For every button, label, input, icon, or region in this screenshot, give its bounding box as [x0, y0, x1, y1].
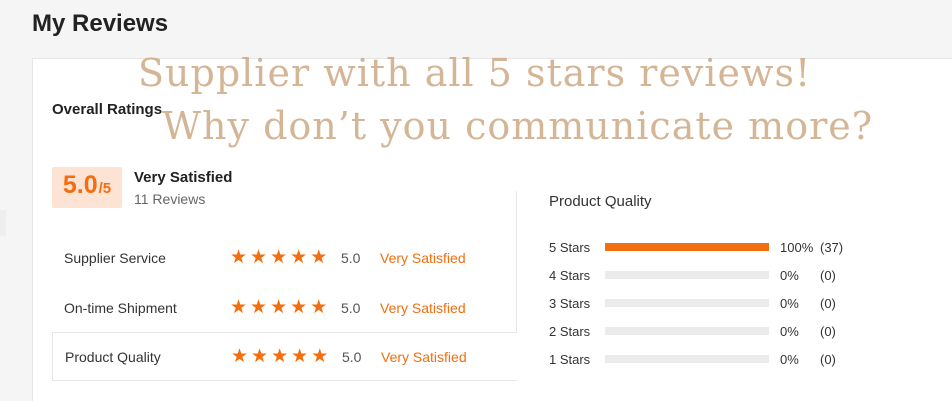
overall-satisfaction: Very Satisfied	[134, 169, 233, 186]
rating-score: 5.0	[342, 348, 362, 365]
star-rating: ★ ★ ★ ★ ★	[230, 248, 341, 267]
bar-track	[605, 327, 769, 335]
star-icon: ★	[290, 297, 308, 318]
bar-percent: 0%	[780, 351, 799, 367]
star-icon: ★	[270, 247, 288, 268]
rating-score: 5.0	[341, 249, 361, 266]
bar-label: 4 Stars	[549, 267, 591, 283]
bar-percent: 0%	[780, 267, 799, 283]
rating-label: On-time Shipment	[64, 299, 177, 316]
review-count: 11 Reviews	[134, 191, 206, 207]
star-icon: ★	[310, 297, 328, 318]
star-bar-row: 5 Stars 100% (37)	[549, 237, 849, 257]
bar-count: (0)	[820, 351, 836, 367]
bar-count: (0)	[820, 267, 836, 283]
bar-count: (0)	[820, 323, 836, 339]
rating-text: Very Satisfied	[380, 299, 466, 316]
rating-row-supplier-service[interactable]: Supplier Service ★ ★ ★ ★ ★ 5.0 Very Satisfie…	[52, 233, 516, 282]
bar-label: 1 Stars	[549, 351, 591, 367]
bar-track	[605, 299, 769, 307]
star-icon: ★	[271, 346, 289, 367]
watermark-line-1: Supplier with all 5 stars reviews!	[138, 51, 812, 95]
bar-track	[605, 271, 769, 279]
left-edge-stub	[0, 210, 6, 236]
star-icon: ★	[231, 346, 249, 367]
star-icon: ★	[311, 346, 329, 367]
overall-score-max: /5	[98, 180, 112, 197]
bar-track	[605, 243, 769, 251]
star-bar-row: 2 Stars 0% (0)	[549, 321, 849, 341]
star-icon: ★	[230, 297, 248, 318]
overall-score-badge: 5.0 /5	[52, 167, 122, 208]
rating-row-product-quality[interactable]: Product Quality ★ ★ ★ ★ ★ 5.0 Very Satisfied	[52, 332, 517, 381]
bar-fill	[605, 243, 769, 251]
star-icon: ★	[290, 247, 308, 268]
star-icon: ★	[251, 346, 269, 367]
overall-ratings-heading: Overall Ratings	[52, 101, 163, 118]
star-icon: ★	[291, 346, 309, 367]
bar-track	[605, 355, 769, 363]
bar-label: 3 Stars	[549, 295, 591, 311]
star-icon: ★	[250, 247, 268, 268]
bar-percent: 0%	[780, 295, 799, 311]
bar-percent: 100%	[780, 239, 814, 255]
star-icon: ★	[270, 297, 288, 318]
bar-label: 2 Stars	[549, 323, 591, 339]
rating-score: 5.0	[341, 299, 361, 316]
section-divider	[516, 191, 517, 333]
star-bar-row: 4 Stars 0% (0)	[549, 265, 849, 285]
star-rating: ★ ★ ★ ★ ★	[231, 347, 342, 366]
star-rating: ★ ★ ★ ★ ★	[230, 298, 341, 317]
product-quality-heading: Product Quality	[549, 193, 652, 210]
watermark-line-2: Why don’t you communicate more?	[162, 104, 874, 148]
star-bar-row: 3 Stars 0% (0)	[549, 293, 849, 313]
rating-text: Very Satisfied	[381, 348, 467, 365]
overall-score-value: 5.0	[62, 171, 98, 199]
star-icon: ★	[310, 247, 328, 268]
rating-text: Very Satisfied	[380, 249, 466, 266]
star-icon: ★	[230, 247, 248, 268]
star-bar-row: 1 Stars 0% (0)	[549, 349, 849, 369]
star-icon: ★	[250, 297, 268, 318]
rating-row-on-time-shipment[interactable]: On-time Shipment ★ ★ ★ ★ ★ 5.0 Very Satisfie…	[52, 283, 516, 332]
rating-label: Product Quality	[65, 348, 161, 365]
bar-count: (0)	[820, 295, 836, 311]
bar-percent: 0%	[780, 323, 799, 339]
page-title: My Reviews	[32, 10, 169, 37]
bar-count: (37)	[820, 239, 844, 255]
bar-label: 5 Stars	[549, 239, 591, 255]
rating-label: Supplier Service	[64, 249, 166, 266]
